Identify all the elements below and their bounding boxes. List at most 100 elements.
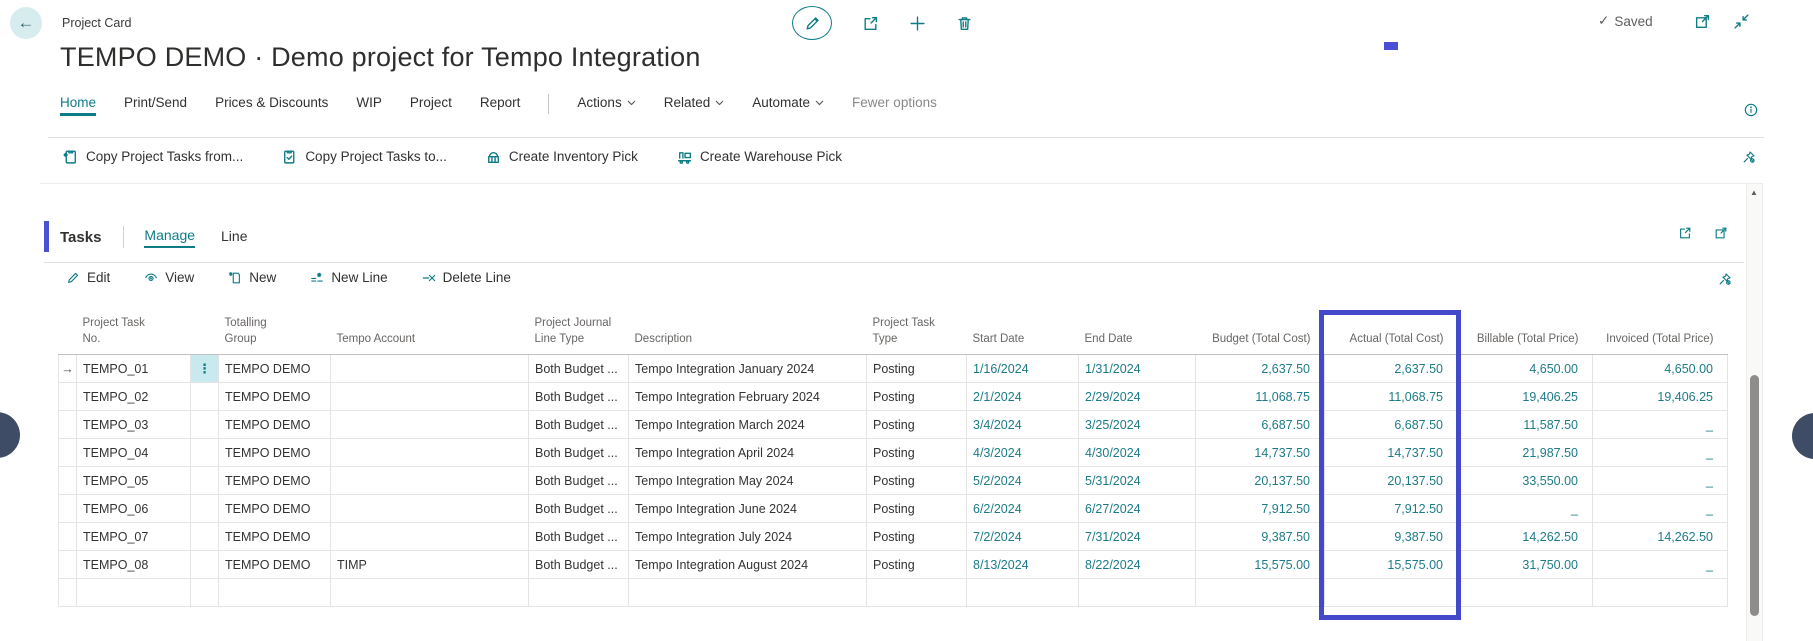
cell-journal-line-type[interactable]: Both Budget ... <box>529 523 629 551</box>
cell-project-task-type[interactable]: Posting <box>867 551 967 579</box>
cell-actual-total-cost[interactable]: 6,687.50 <box>1325 411 1458 439</box>
cell-budget-total-cost[interactable]: 7,912.50 <box>1196 495 1325 523</box>
cell-project-task-no[interactable]: TEMPO_05 <box>77 467 191 495</box>
left-edge-handle[interactable] <box>0 412 20 458</box>
cell-end-date[interactable]: 1/31/2024 <box>1079 355 1196 383</box>
cell-billable-total-price[interactable]: 31,750.00 <box>1458 551 1593 579</box>
cell-tempo-account[interactable] <box>331 411 529 439</box>
cell-billable-total-price[interactable] <box>1458 579 1593 607</box>
row-options-button[interactable] <box>191 523 219 551</box>
cell-invoiced-total-price[interactable]: 4,650.00 <box>1593 355 1728 383</box>
row-options-button[interactable] <box>191 579 219 607</box>
cell-billable-total-price[interactable]: 4,650.00 <box>1458 355 1593 383</box>
cell-actual-total-cost[interactable]: 20,137.50 <box>1325 467 1458 495</box>
cell-invoiced-total-price[interactable]: 14,262.50 <box>1593 523 1728 551</box>
new-line-button[interactable]: New Line <box>310 270 387 285</box>
cell-totalling-group[interactable]: TEMPO DEMO <box>219 355 331 383</box>
table-row[interactable]: TEMPO_07 TEMPO DEMO Both Budget ... Temp… <box>59 523 1728 551</box>
cell-journal-line-type[interactable]: Both Budget ... <box>529 439 629 467</box>
cell-start-date[interactable]: 8/13/2024 <box>967 551 1079 579</box>
tab-line[interactable]: Line <box>221 228 247 247</box>
cell-actual-total-cost[interactable]: 14,737.50 <box>1325 439 1458 467</box>
table-row[interactable]: TEMPO_03 TEMPO DEMO Both Budget ... Temp… <box>59 411 1728 439</box>
share-button[interactable] <box>862 15 879 32</box>
cell-totalling-group[interactable]: TEMPO DEMO <box>219 383 331 411</box>
cell-end-date[interactable]: 8/22/2024 <box>1079 551 1196 579</box>
cell-end-date[interactable]: 3/25/2024 <box>1079 411 1196 439</box>
popout-button[interactable] <box>1694 13 1711 30</box>
menu-automate[interactable]: Automate <box>752 95 824 116</box>
cell-invoiced-total-price[interactable]: _ <box>1593 411 1728 439</box>
cell-description[interactable]: Tempo Integration June 2024 <box>629 495 867 523</box>
cell-project-task-type[interactable]: Posting <box>867 383 967 411</box>
tab-wip[interactable]: WIP <box>356 95 382 116</box>
row-options-button[interactable] <box>191 467 219 495</box>
cell-totalling-group[interactable]: TEMPO DEMO <box>219 411 331 439</box>
cell-start-date[interactable]: 7/2/2024 <box>967 523 1079 551</box>
cell-tempo-account[interactable] <box>331 579 529 607</box>
cell-tempo-account[interactable] <box>331 439 529 467</box>
cell-description[interactable]: Tempo Integration April 2024 <box>629 439 867 467</box>
cell-start-date[interactable] <box>967 579 1079 607</box>
cell-budget-total-cost[interactable]: 9,387.50 <box>1196 523 1325 551</box>
table-row[interactable] <box>59 579 1728 607</box>
cell-tempo-account[interactable] <box>331 383 529 411</box>
cell-totalling-group[interactable]: TEMPO DEMO <box>219 439 331 467</box>
row-options-button[interactable] <box>191 439 219 467</box>
tab-project[interactable]: Project <box>410 95 452 116</box>
tasks-open-new-window-button[interactable] <box>1714 226 1728 240</box>
col-budget-total-cost[interactable]: Budget (Total Cost) <box>1196 316 1325 355</box>
cell-budget-total-cost[interactable]: 20,137.50 <box>1196 467 1325 495</box>
menu-related[interactable]: Related <box>664 95 725 116</box>
cell-start-date[interactable]: 2/1/2024 <box>967 383 1079 411</box>
col-totalling-group[interactable]: Totalling Group <box>219 316 331 355</box>
cell-description[interactable]: Tempo Integration January 2024 <box>629 355 867 383</box>
menu-fewer-options[interactable]: Fewer options <box>852 95 937 116</box>
cell-billable-total-price[interactable]: _ <box>1458 495 1593 523</box>
cell-start-date[interactable]: 5/2/2024 <box>967 467 1079 495</box>
cell-end-date[interactable]: 2/29/2024 <box>1079 383 1196 411</box>
cell-journal-line-type[interactable]: Both Budget ... <box>529 495 629 523</box>
cell-description[interactable]: Tempo Integration May 2024 <box>629 467 867 495</box>
create-warehouse-pick-button[interactable]: Create Warehouse Pick <box>676 148 842 165</box>
col-end-date[interactable]: End Date <box>1079 316 1196 355</box>
cell-invoiced-total-price[interactable]: 19,406.25 <box>1593 383 1728 411</box>
cell-tempo-account[interactable] <box>331 467 529 495</box>
cell-description[interactable]: Tempo Integration August 2024 <box>629 551 867 579</box>
cell-description[interactable]: Tempo Integration March 2024 <box>629 411 867 439</box>
view-line-button[interactable]: View <box>144 270 194 285</box>
cell-actual-total-cost[interactable]: 7,912.50 <box>1325 495 1458 523</box>
create-inventory-pick-button[interactable]: Create Inventory Pick <box>485 148 638 165</box>
tab-print-send[interactable]: Print/Send <box>124 95 187 116</box>
cell-project-task-no[interactable]: TEMPO_07 <box>77 523 191 551</box>
right-edge-handle[interactable] <box>1792 413 1813 459</box>
cell-invoiced-total-price[interactable]: _ <box>1593 551 1728 579</box>
col-start-date[interactable]: Start Date <box>967 316 1079 355</box>
new-button[interactable] <box>909 15 926 32</box>
cell-budget-total-cost[interactable]: 2,637.50 <box>1196 355 1325 383</box>
cell-actual-total-cost[interactable]: 11,068.75 <box>1325 383 1458 411</box>
row-options-button[interactable] <box>191 383 219 411</box>
cell-project-task-type[interactable]: Posting <box>867 411 967 439</box>
row-options-button[interactable] <box>191 551 219 579</box>
cell-budget-total-cost[interactable]: 6,687.50 <box>1196 411 1325 439</box>
cell-actual-total-cost[interactable]: 9,387.50 <box>1325 523 1458 551</box>
cell-project-task-type[interactable]: Posting <box>867 495 967 523</box>
cell-description[interactable]: Tempo Integration July 2024 <box>629 523 867 551</box>
menu-actions[interactable]: Actions <box>577 95 635 116</box>
cell-end-date[interactable] <box>1079 579 1196 607</box>
vertical-scrollbar-thumb[interactable] <box>1750 375 1759 616</box>
cell-billable-total-price[interactable]: 21,987.50 <box>1458 439 1593 467</box>
cell-description[interactable]: Tempo Integration February 2024 <box>629 383 867 411</box>
copy-project-tasks-to-button[interactable]: Copy Project Tasks to... <box>281 148 447 165</box>
col-actual-total-cost[interactable]: Actual (Total Cost) <box>1325 316 1458 355</box>
table-row[interactable]: TEMPO_06 TEMPO DEMO Both Budget ... Temp… <box>59 495 1728 523</box>
delete-line-button[interactable]: Delete Line <box>422 270 511 285</box>
delete-button[interactable] <box>956 15 973 32</box>
table-row[interactable]: TEMPO_02 TEMPO DEMO Both Budget ... Temp… <box>59 383 1728 411</box>
cell-project-task-no[interactable]: TEMPO_08 <box>77 551 191 579</box>
table-row[interactable]: TEMPO_08 TEMPO DEMO TIMP Both Budget ...… <box>59 551 1728 579</box>
cell-actual-total-cost[interactable] <box>1325 579 1458 607</box>
tab-report[interactable]: Report <box>480 95 521 116</box>
edit-line-button[interactable]: Edit <box>66 270 110 285</box>
